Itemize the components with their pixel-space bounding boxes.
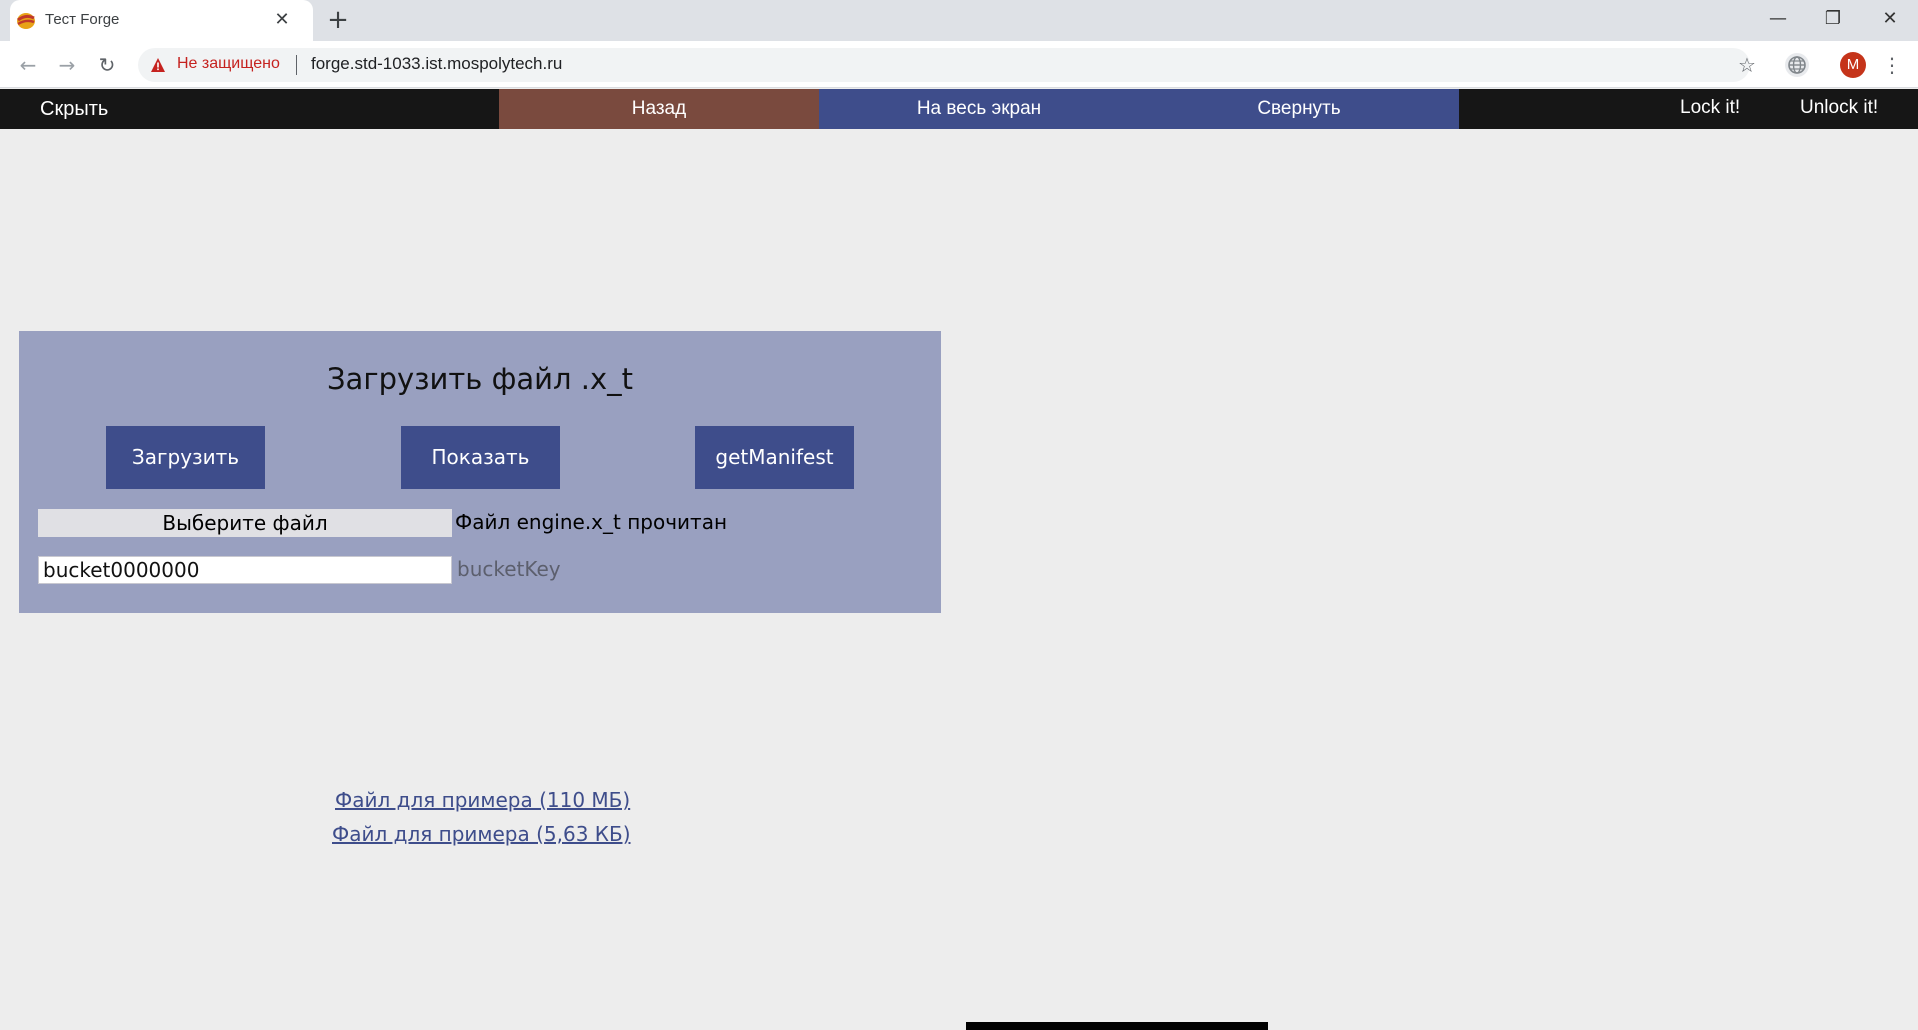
sample-file-small-link[interactable]: Файл для примера (5,63 КБ)	[332, 822, 631, 846]
unlock-button[interactable]: Unlock it!	[1800, 97, 1878, 119]
lock-button[interactable]: Lock it!	[1680, 97, 1740, 119]
bucket-key-label: bucketKey	[457, 557, 561, 581]
collapse-button[interactable]: Свернуть	[1139, 89, 1459, 129]
profile-avatar[interactable]: M	[1840, 52, 1866, 78]
url-text[interactable]: forge.std-1033.ist.mospolytech.ru	[311, 54, 562, 74]
file-status-text: Файл engine.x_t прочитан	[455, 510, 728, 534]
reload-icon[interactable]: ↻	[93, 51, 121, 79]
kebab-menu-icon[interactable]: ⋮	[1882, 51, 1902, 79]
hide-button[interactable]: Скрыть	[40, 98, 108, 121]
warning-icon[interactable]	[150, 57, 166, 73]
globe-extension-icon[interactable]	[1783, 51, 1811, 79]
forge-favicon-icon	[16, 12, 36, 30]
forward-arrow-icon[interactable]: →	[53, 51, 81, 79]
bucket-key-input[interactable]	[38, 556, 452, 584]
bookmark-star-icon[interactable]: ☆	[1733, 51, 1761, 79]
restore-icon[interactable]: ❐	[1815, 4, 1851, 34]
window-close-icon[interactable]: ✕	[1872, 4, 1908, 34]
upload-button[interactable]: Загрузить	[106, 426, 265, 489]
back-button[interactable]: Назад	[499, 89, 819, 129]
fullscreen-button[interactable]: На весь экран	[819, 89, 1139, 129]
new-tab-icon[interactable]: +	[325, 7, 351, 34]
show-button[interactable]: Показать	[401, 426, 560, 489]
back-arrow-icon[interactable]: ←	[14, 51, 42, 79]
get-manifest-button[interactable]: getManifest	[695, 426, 854, 489]
security-status[interactable]: Не защищено	[177, 55, 280, 73]
panel-title: Загрузить файл .x_t	[326, 362, 634, 396]
address-separator	[296, 55, 297, 75]
bottom-bar	[966, 1022, 1268, 1030]
minimize-icon[interactable]: —	[1760, 4, 1796, 34]
tab-close-icon[interactable]: ✕	[270, 8, 294, 32]
sample-file-large-link[interactable]: Файл для примера (110 МБ)	[335, 788, 630, 812]
choose-file-button[interactable]: Выберите файл	[38, 509, 452, 537]
tab-title: Тест Forge	[45, 11, 120, 28]
